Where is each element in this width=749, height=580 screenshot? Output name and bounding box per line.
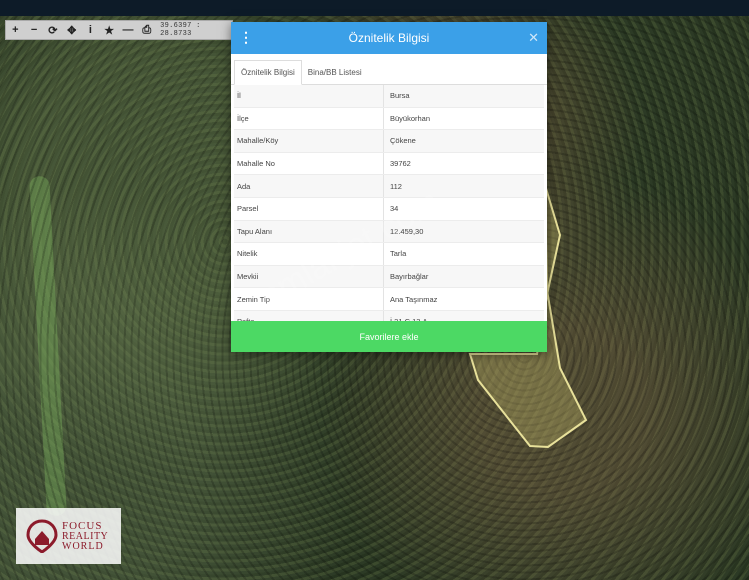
add-to-favorites-button[interactable]: Favorilere ekle xyxy=(231,321,547,352)
row-key: İlçe xyxy=(234,107,384,130)
company-logo: FOCUS REALITY WORLD xyxy=(16,508,121,564)
table-row: Zemin Tip Ana Taşınmaz xyxy=(234,288,544,311)
table-row: Parsel 34 xyxy=(234,197,544,221)
info-icon[interactable]: i xyxy=(81,21,100,39)
measure-icon[interactable]: — xyxy=(119,21,138,39)
row-value: Ana Taşınmaz xyxy=(390,294,438,304)
attribute-dialog: ⋮ Öznitelik Bilgisi ✕ Öznitelik Bilgisi … xyxy=(231,22,547,352)
tab-attribute-info[interactable]: Öznitelik Bilgisi xyxy=(234,60,302,85)
row-value: Çökene xyxy=(390,136,416,146)
dialog-header: ⋮ Öznitelik Bilgisi ✕ xyxy=(231,22,547,54)
row-value: 12.459,30 xyxy=(390,226,424,236)
attribute-table: İl Bursa İlçe Büyükorhan Mahalle/Köy Çökene… xyxy=(234,85,544,334)
table-row: Ada 112 xyxy=(234,175,544,198)
zoom-in-button[interactable]: + xyxy=(6,21,25,39)
row-key: Parsel xyxy=(234,197,384,220)
table-row: Mevkii Bayırbağlar xyxy=(234,265,544,289)
dialog-tabs: Öznitelik Bilgisi Bina/BB Listesi xyxy=(231,57,547,85)
row-value: 112 xyxy=(390,181,402,191)
logo-line-1: FOCUS xyxy=(62,519,103,532)
dialog-title: Öznitelik Bilgisi xyxy=(348,31,430,45)
row-value: 34 xyxy=(390,204,399,214)
table-row: Mahalle No 39762 xyxy=(234,152,544,176)
table-row: Nitelik Tarla xyxy=(234,243,544,266)
pan-icon[interactable]: ✥ xyxy=(62,21,81,39)
close-icon[interactable]: ✕ xyxy=(528,30,539,46)
table-row: Mahalle/Köy Çökene xyxy=(234,130,544,153)
logo-line-2: REALITY xyxy=(62,530,109,542)
row-value: 39762 xyxy=(390,159,411,169)
refresh-icon[interactable]: ⟳ xyxy=(44,21,63,39)
row-key: Mahalle No xyxy=(234,152,384,175)
table-row: İlçe Büyükorhan xyxy=(234,107,544,131)
row-key: Mahalle/Köy xyxy=(234,130,384,152)
row-key: Mevkii xyxy=(234,265,384,288)
table-row: Tapu Alanı 12.459,30 xyxy=(234,220,544,244)
coordinate-readout: 39.6397 : 28.8733 xyxy=(160,22,201,38)
table-row: İl Bursa xyxy=(234,85,544,108)
logo-pin-icon xyxy=(26,519,58,553)
row-value: Bayırbağlar xyxy=(390,272,429,282)
row-key: İl xyxy=(234,85,384,107)
logo-line-3: WORLD xyxy=(62,540,104,552)
print-icon[interactable]: ⎙ xyxy=(137,21,156,39)
row-key: Tapu Alanı xyxy=(234,220,384,243)
row-value: Bursa xyxy=(390,91,410,101)
row-key: Zemin Tip xyxy=(234,288,384,310)
row-key: Ada xyxy=(234,175,384,197)
zoom-out-button[interactable]: − xyxy=(25,21,44,39)
tab-building-list[interactable]: Bina/BB Listesi xyxy=(302,61,368,84)
star-icon[interactable]: ★ xyxy=(100,21,119,39)
row-value: Büyükorhan xyxy=(390,113,431,123)
row-key: Nitelik xyxy=(234,243,384,265)
row-value: Tarla xyxy=(390,249,407,259)
map-toolbar: + − ⟳ ✥ i ★ — ⎙ 39.6397 : 28.8733 xyxy=(5,20,233,40)
